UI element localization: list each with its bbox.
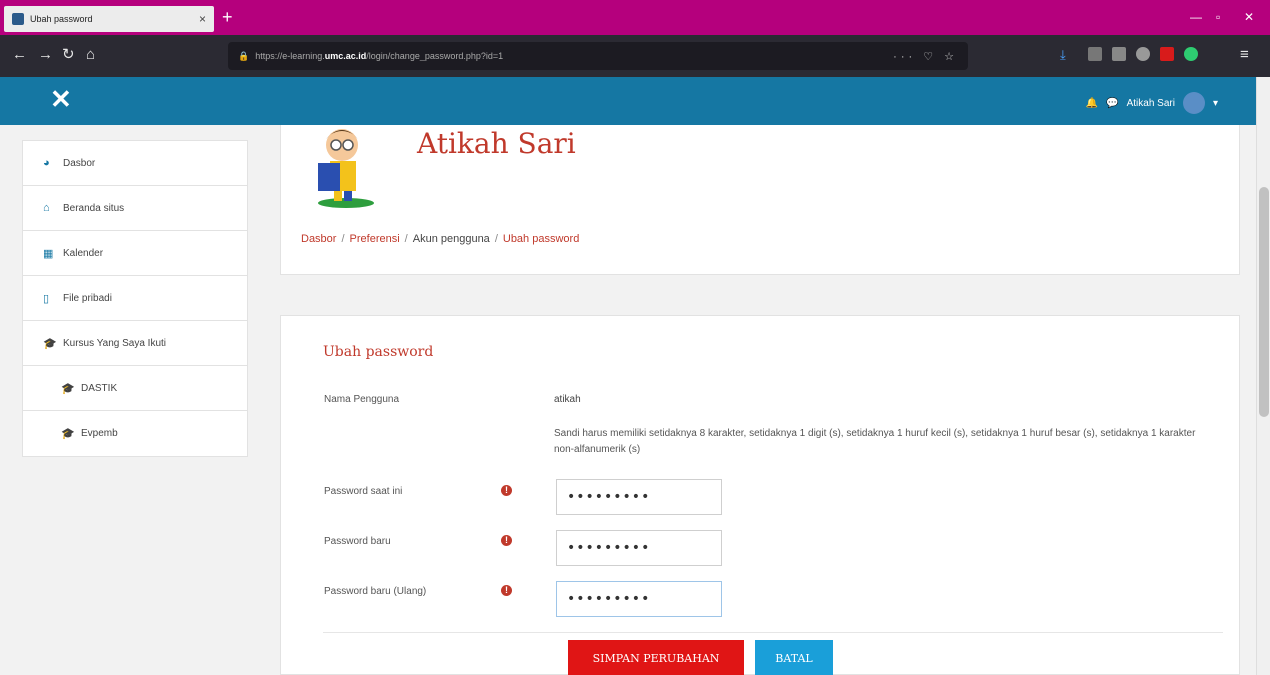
sidebar-item-dasbor[interactable]: ◕ Dasbor — [23, 141, 247, 186]
tab-title: Ubah password — [30, 14, 93, 24]
new-password-label: Password baru — [324, 536, 391, 547]
graduation-cap-icon: 🎓 — [61, 428, 75, 440]
maximize-icon[interactable]: ▫ — [1216, 10, 1220, 24]
browser-tab[interactable]: Ubah password × — [4, 6, 214, 32]
password-rules: Sandi harus memiliki setidaknya 8 karakt… — [554, 428, 1196, 455]
sidebar-item-beranda[interactable]: ⌂ Beranda situs — [23, 186, 247, 231]
page-header: Atikah Sari Dasbor / Preferensi / Akun pengg… — [280, 125, 1240, 275]
drawer-close-icon[interactable]: ✕ — [50, 85, 72, 113]
required-icon: ! — [501, 485, 512, 496]
home-browser-icon[interactable]: ⌂ — [86, 47, 95, 62]
repeat-password-label: Password baru (Ulang) — [324, 586, 427, 597]
url-text: https://e-learning.umc.ac.id/login/chang… — [255, 51, 504, 61]
breadcrumb-preferensi[interactable]: Preferensi — [350, 233, 400, 245]
graduation-cap-icon: 🎓 — [43, 337, 57, 350]
browser-tab-bar: Ubah password × + — ▫ ✕ — [0, 0, 1270, 35]
back-icon[interactable]: ← — [12, 47, 27, 62]
browser-nav-bar: ← → ↻ ⌂ 🔒 https://e-learning.umc.ac.id/l… — [0, 35, 1270, 77]
required-icon: ! — [501, 585, 512, 596]
account-icon[interactable] — [1136, 47, 1150, 61]
sidebar-item-label: Evpemb — [81, 428, 118, 439]
new-tab-button[interactable]: + — [222, 8, 233, 26]
download-icon[interactable]: ⤓ — [1060, 47, 1074, 62]
sidebar-item-file-pribadi[interactable]: ▯ File pribadi — [23, 276, 247, 321]
sidebar-item-kalender[interactable]: ▦ Kalender — [23, 231, 247, 276]
file-icon: ▯ — [43, 292, 50, 305]
profile-picture — [318, 129, 374, 208]
divider — [323, 632, 1223, 633]
calendar-icon: ▦ — [43, 247, 54, 260]
new-password-input[interactable]: ••••••••• — [556, 530, 722, 566]
user-menu[interactable]: 🔔 💬 Atikah Sari ▾ — [1086, 92, 1218, 114]
scrollbar-thumb[interactable] — [1259, 187, 1269, 417]
window-close-icon[interactable]: ✕ — [1244, 10, 1254, 24]
required-icon: ! — [501, 535, 512, 546]
notification-bell-icon[interactable]: 🔔 — [1086, 98, 1098, 109]
lock-icon: 🔒 — [238, 50, 250, 61]
form-title: Ubah password — [323, 344, 434, 360]
username-label: Nama Pengguna — [324, 394, 400, 405]
sidebar-item-evpemb[interactable]: 🎓 Evpemb — [23, 411, 247, 456]
repeat-password-input[interactable]: ••••••••• — [556, 581, 722, 617]
minimize-icon[interactable]: — — [1190, 10, 1202, 24]
dashboard-icon: ◕ — [43, 157, 50, 169]
forward-icon[interactable]: → — [38, 47, 53, 62]
url-bar[interactable]: 🔒 https://e-learning.umc.ac.id/login/cha… — [228, 42, 968, 70]
extension-green-icon[interactable] — [1184, 47, 1198, 61]
current-password-label: Password saat ini — [324, 486, 403, 497]
home-icon: ⌂ — [43, 202, 50, 214]
sidebar-toggle-icon[interactable] — [1112, 47, 1126, 61]
library-icon[interactable] — [1088, 47, 1102, 61]
menu-icon[interactable]: ≡ — [1240, 47, 1249, 62]
favicon-icon — [12, 13, 24, 25]
scrollbar[interactable] — [1256, 77, 1270, 675]
page-title: Atikah Sari — [417, 127, 576, 160]
sidebar-item-label: Dasbor — [63, 157, 96, 169]
sidebar-item-kursus[interactable]: 🎓 Kursus Yang Saya Ikuti — [23, 321, 247, 366]
save-changes-button[interactable]: SIMPAN PERUBAHAN — [568, 640, 744, 675]
username-value: atikah — [554, 394, 581, 405]
graduation-cap-icon: 🎓 — [61, 382, 75, 395]
breadcrumb-ubah-password[interactable]: Ubah password — [503, 233, 579, 245]
site-navbar: ✕ 🔔 💬 Atikah Sari ▾ — [0, 77, 1256, 125]
change-password-form: Ubah password Nama Pengguna atikah Sandi… — [280, 315, 1240, 675]
user-name[interactable]: Atikah Sari — [1127, 98, 1175, 109]
chevron-down-icon[interactable]: ▾ — [1213, 98, 1218, 109]
sidebar-item-label: DASTIK — [81, 382, 118, 394]
reload-icon[interactable]: ↻ — [62, 47, 75, 62]
nav-drawer: ◕ Dasbor ⌂ Beranda situs ▦ Kalender ▯ Fi… — [22, 140, 248, 457]
messages-icon[interactable]: 💬 — [1106, 98, 1118, 109]
extension-icon[interactable] — [1160, 47, 1174, 61]
breadcrumb-dasbor[interactable]: Dasbor — [301, 233, 336, 245]
page-actions-icons[interactable]: ··· ♡ ☆ — [893, 50, 958, 63]
current-password-input[interactable]: ••••••••• — [556, 479, 722, 515]
sidebar-item-dastik[interactable]: 🎓 DASTIK — [23, 366, 247, 411]
avatar[interactable] — [1182, 92, 1205, 114]
tab-close-icon[interactable]: × — [199, 12, 206, 26]
sidebar-item-label: Beranda situs — [63, 202, 125, 214]
sidebar-item-label: Kursus Yang Saya Ikuti — [63, 337, 167, 349]
sidebar-item-label: File pribadi — [63, 292, 112, 304]
breadcrumb: Dasbor / Preferensi / Akun pengguna / Ubah pas… — [301, 233, 580, 245]
sidebar-item-label: Kalender — [63, 247, 104, 259]
breadcrumb-akun-pengguna: Akun pengguna — [412, 233, 490, 245]
cancel-button[interactable]: BATAL — [755, 640, 833, 675]
